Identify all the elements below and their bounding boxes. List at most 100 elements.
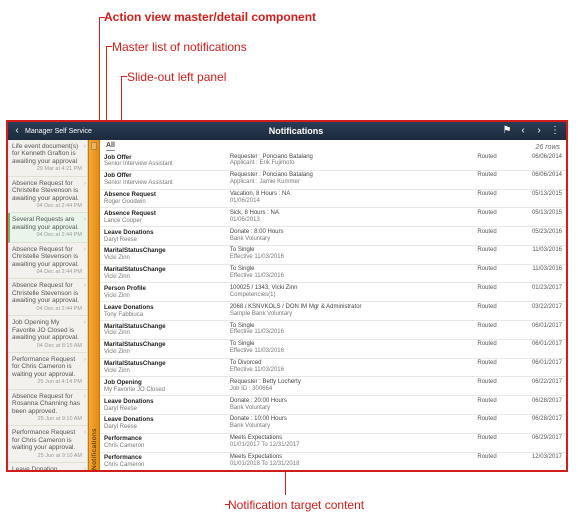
master-list-item-timestamp: 25 Jun at 9:10 AM <box>12 416 82 422</box>
row-detail-line1: 100025 / 1343, Vicki Zinn <box>230 285 298 291</box>
master-list-item[interactable]: Performance Request for Chris Cameron is… <box>8 426 87 463</box>
table-row[interactable]: Leave DonationsTony Fabbiuca2068 / KSNVK… <box>100 302 566 321</box>
chevron-right-icon: › <box>84 216 86 224</box>
master-list-item-text: Absence Request for Christelle Stevenson… <box>12 246 79 268</box>
master-list-item-text: Absence Request for Christelle Stevenson… <box>12 180 79 202</box>
master-list-item-timestamp: 29 Mar at 4:21 PM <box>12 166 82 172</box>
table-row[interactable]: Absence RequestRoger GoodwinVacation, 8 … <box>100 189 566 208</box>
master-list-item[interactable]: Several Requests are awaiting your appro… <box>8 213 87 242</box>
row-detail-line1: To Single <box>230 341 255 347</box>
row-title: Absence Request <box>104 191 156 198</box>
annotation-line <box>225 504 230 505</box>
chevron-right-icon: › <box>84 466 86 470</box>
chevron-right-icon: › <box>84 282 86 290</box>
row-title: MaritalStatusChange <box>104 247 166 254</box>
row-detail-line1: To Single <box>230 323 255 329</box>
table-row[interactable]: MaritalStatusChangeVicki ZinnTo SingleEf… <box>100 264 566 283</box>
chevron-right-icon: › <box>84 143 86 151</box>
table-row[interactable]: MaritalStatusChangeVicki ZinnTo SingleEf… <box>100 339 566 358</box>
flag-icon[interactable]: ⚑ <box>502 126 512 136</box>
chevron-right-icon: › <box>84 319 86 327</box>
master-list-item-text: Several Requests are awaiting your appro… <box>12 216 79 230</box>
row-status: Routed <box>445 245 501 264</box>
row-detail-line2: Applicant : Erik Fujimoto <box>230 160 441 167</box>
master-list-item-timestamp: 04 Dec at 2:44 PM <box>12 203 82 209</box>
annotation-line <box>122 76 127 77</box>
table-row[interactable]: Job OpeningMy Favorite JO ClosedRequeste… <box>100 377 566 396</box>
notifications-table: Job Offer Senior Interview Assistant Reque… <box>100 152 566 470</box>
master-list-item[interactable]: Life event document(s) for Kenneth Graft… <box>8 140 87 177</box>
back-label: Manager Self Service <box>25 128 92 135</box>
table-row[interactable]: Person ProfileVicki Zinn100025 / 1343, V… <box>100 283 566 302</box>
row-subtitle: Vicki Zinn <box>104 368 222 375</box>
page-title: Notifications <box>96 126 496 136</box>
row-detail-line2: 01/01/2018 To 12/31/2018 <box>230 461 441 468</box>
row-date: 06/06/2014 <box>501 152 566 170</box>
master-list-item-timestamp: 04 Dec at 2:44 PM <box>12 232 82 238</box>
table-row[interactable]: MaritalStatusChangeVicki ZinnTo SingleEf… <box>100 321 566 340</box>
master-list-item[interactable]: Absence Request for Christelle Stevenson… <box>8 243 87 280</box>
table-row[interactable]: Job OfferSenior Interview AssistantReque… <box>100 170 566 189</box>
table-row[interactable]: Leave DonationsDaryl ReeseDonate : 20:00… <box>100 396 566 415</box>
table-row[interactable]: PerformanceChris CameronMeets Expectatio… <box>100 452 566 470</box>
row-detail-line2: Bank Voluntary <box>230 236 441 243</box>
master-list-item-text: Life event document(s) for Kenneth Graft… <box>12 143 78 165</box>
table-row[interactable]: Leave DonationsDaryl ReeseDonate : 8:00 … <box>100 227 566 246</box>
master-list-item[interactable]: Performance Request for Chris Cameron is… <box>8 353 87 390</box>
row-date: 11/03/2016 <box>501 245 566 264</box>
table-row[interactable]: MaritalStatusChangeVicki ZinnTo Divorced… <box>100 358 566 377</box>
divider-handle-icon[interactable] <box>91 142 97 150</box>
master-list-item-text: Absence Request for Rosanna Channing has… <box>12 393 80 415</box>
annotation-label: Master list of notifications <box>112 40 247 54</box>
master-list-item[interactable]: Leave Donation Request for has been awai… <box>8 463 87 470</box>
row-date: 06/01/2017 <box>501 358 566 377</box>
master-list-item-timestamp: 25 Jun at 9:10 AM <box>12 453 82 459</box>
annotation-label: Notification target content <box>228 498 364 512</box>
master-list-item-timestamp: 04 Dec at 2:44 PM <box>12 269 82 275</box>
table-row[interactable]: Leave DonationsDaryl ReeseDonate : 10:00… <box>100 414 566 433</box>
next-icon[interactable]: › <box>534 126 544 136</box>
row-detail-line1: To Single <box>230 266 255 272</box>
row-detail-line2: Bank Voluntary <box>230 405 441 412</box>
row-status: Routed <box>445 377 501 396</box>
table-row[interactable]: PerformanceChris CameronMeets Expectatio… <box>100 433 566 452</box>
master-list-item[interactable]: Absence Request for Rosanna Channing has… <box>8 390 87 427</box>
back-button[interactable]: ‹ Manager Self Service <box>8 126 96 136</box>
master-list-item[interactable]: Job Opening My Favorite JO Closed is awa… <box>8 316 87 353</box>
table-row[interactable]: Job OfferSenior Interview AssistantReque… <box>100 152 566 170</box>
master-list-item-text: Absence Request for Christelle Stevenson… <box>12 282 79 304</box>
row-detail-line2: Applicant : Jamie Kummer <box>230 179 441 186</box>
master-list-item-text: Performance Request for Chris Cameron is… <box>12 429 75 451</box>
row-subtitle: Vicki Zinn <box>104 293 222 300</box>
table-row[interactable]: Absence RequestLance CooperSick, 8 Hours… <box>100 208 566 227</box>
row-subtitle: Vicki Zinn <box>104 274 222 281</box>
row-status: Routed <box>445 264 501 283</box>
row-subtitle: Senior Interview Assistant <box>104 161 222 168</box>
slide-out-divider[interactable]: Notifications <box>88 140 100 470</box>
row-detail-line2: 01/06/2013 <box>230 217 441 224</box>
master-list-item[interactable]: Absence Request for Christelle Stevenson… <box>8 177 87 214</box>
row-detail-line1: Meets Expectations <box>230 454 282 460</box>
master-list-item[interactable]: Absence Request for Christelle Stevenson… <box>8 279 87 316</box>
row-status: Routed <box>445 433 501 452</box>
row-title: Job Offer <box>104 172 132 179</box>
row-date: 06/06/2014 <box>501 170 566 189</box>
prev-icon[interactable]: ‹ <box>518 126 528 136</box>
master-list-item-text: Performance Request for Chris Cameron is… <box>12 356 75 378</box>
row-status: Routed <box>445 189 501 208</box>
row-date: 06/29/2017 <box>501 433 566 452</box>
row-status: Routed <box>445 152 501 170</box>
row-detail-line1: Requester : Betty Locherty <box>230 379 301 385</box>
tab-all[interactable]: All <box>106 142 115 151</box>
row-detail-line2: Competencies(1) <box>230 292 441 299</box>
table-row[interactable]: MaritalStatusChangeVicki ZinnTo SingleEf… <box>100 245 566 264</box>
row-date: 05/23/2016 <box>501 227 566 246</box>
app-window: ‹ Manager Self Service Notifications ⚑ ‹… <box>6 120 568 472</box>
chevron-right-icon: › <box>84 180 86 188</box>
master-list-item-timestamp: 25 Jun at 4:14 PM <box>12 379 82 385</box>
menu-icon[interactable]: ⋮ <box>550 126 560 136</box>
row-status: Routed <box>445 227 501 246</box>
row-subtitle: Daryl Reese <box>104 424 222 431</box>
row-detail-line1: Requester : Ponciano Batalang <box>230 154 313 160</box>
row-status: Routed <box>445 339 501 358</box>
